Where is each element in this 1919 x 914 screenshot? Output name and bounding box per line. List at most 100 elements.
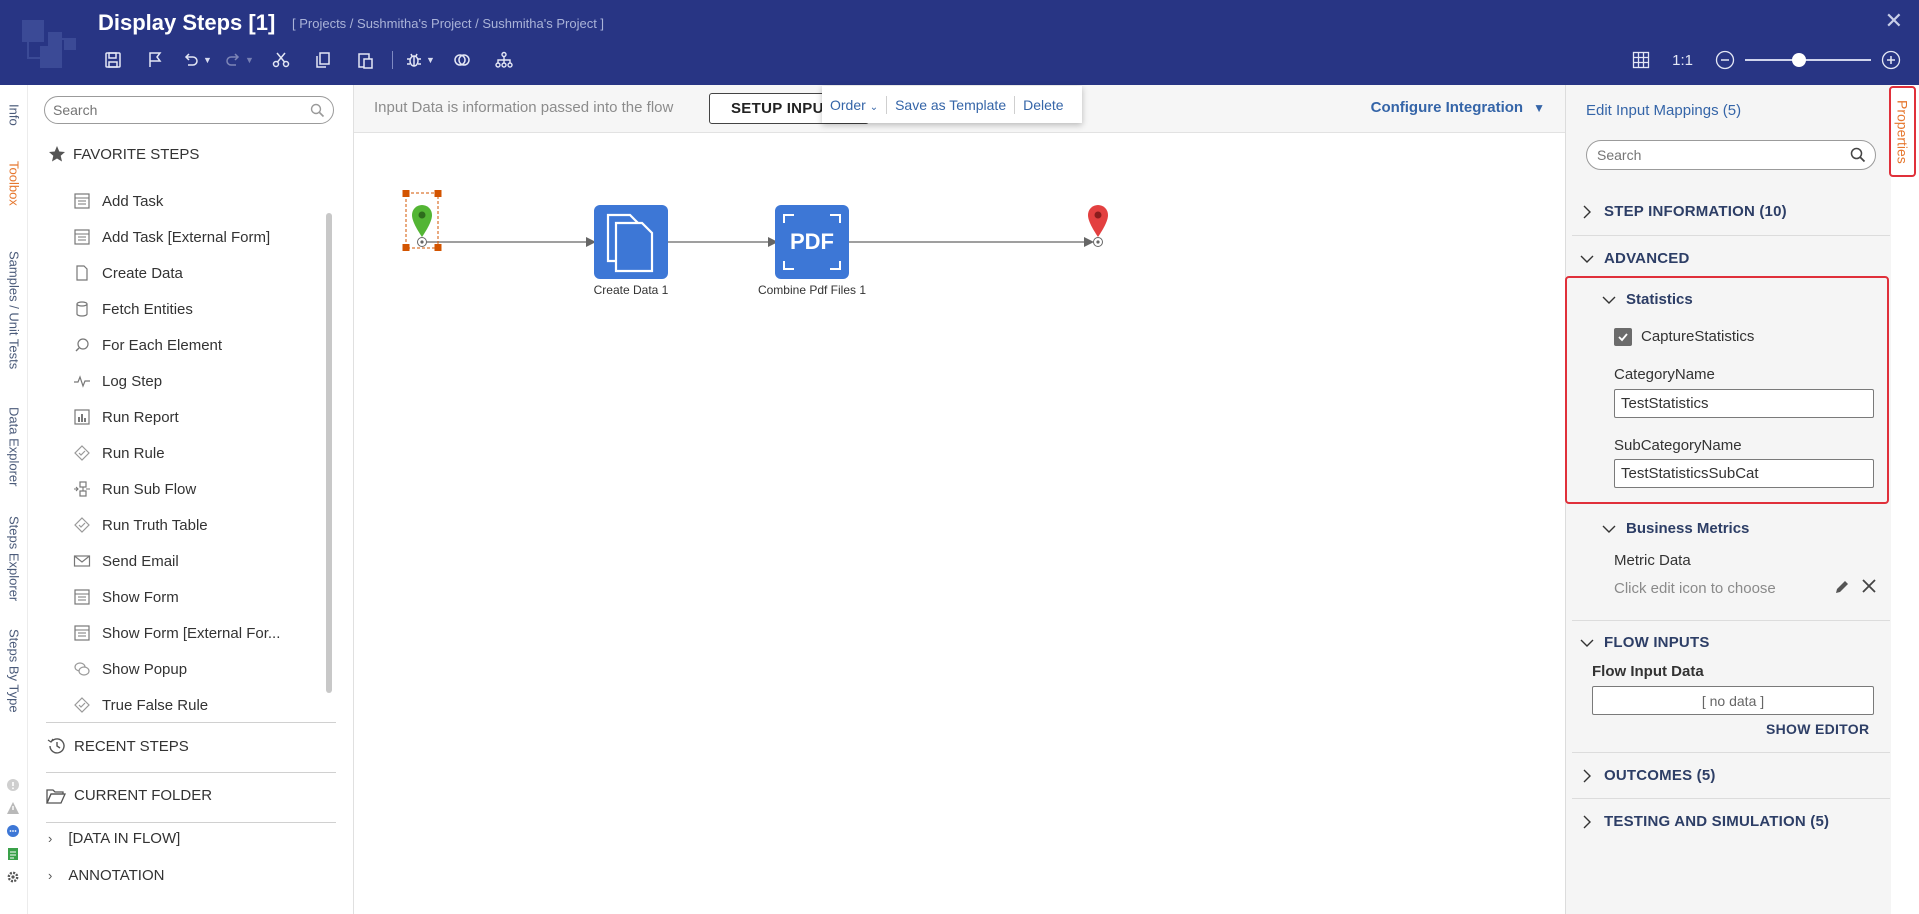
- toolbox-step-item[interactable]: Add Task: [72, 183, 342, 219]
- document-green-icon[interactable]: [5, 846, 21, 862]
- tab-info[interactable]: Info: [0, 95, 28, 135]
- tab-steps-by-type[interactable]: Steps By Type: [0, 621, 28, 721]
- statistics-subsection[interactable]: Statistics: [1602, 291, 1693, 308]
- order-menu-item[interactable]: Order ⌄: [822, 97, 886, 113]
- zoom-in-button[interactable]: [1881, 46, 1901, 74]
- toolbox-step-item[interactable]: Run Truth Table: [72, 507, 342, 543]
- pulse-icon: [72, 372, 92, 390]
- recent-steps-header[interactable]: RECENT STEPS: [46, 737, 336, 755]
- tab-steps-explorer[interactable]: Steps Explorer: [0, 509, 28, 609]
- flag-button[interactable]: [134, 46, 176, 74]
- end-step-node[interactable]: [1088, 205, 1108, 247]
- search-icon[interactable]: [310, 103, 325, 118]
- redo-button[interactable]: ▼: [218, 46, 260, 74]
- copy-button[interactable]: [302, 46, 344, 74]
- business-metrics-subsection[interactable]: Business Metrics: [1602, 520, 1749, 537]
- save-button[interactable]: [92, 46, 134, 74]
- category-name-input[interactable]: [1614, 389, 1874, 418]
- chevron-right-icon: [1580, 815, 1594, 829]
- tab-samples-unit-tests[interactable]: Samples / Unit Tests: [0, 235, 28, 385]
- toolbox-step-item[interactable]: Show Popup: [72, 651, 342, 687]
- create-data-step-node[interactable]: [594, 205, 668, 279]
- connector-combine-to-end[interactable]: [849, 237, 1094, 247]
- debug-button[interactable]: ▼: [399, 46, 441, 74]
- toolbox-step-item[interactable]: Run Rule: [72, 435, 342, 471]
- input-data-note: Input Data is information passed into th…: [374, 99, 674, 116]
- tab-data-explorer[interactable]: Data Explorer: [0, 397, 28, 497]
- outcomes-section[interactable]: OUTCOMES (5): [1580, 767, 1716, 784]
- close-icon[interactable]: [1860, 577, 1878, 595]
- toolbox-step-item[interactable]: Run Report: [72, 399, 342, 435]
- properties-search[interactable]: [1586, 140, 1876, 170]
- capture-statistics-checkbox[interactable]: [1614, 328, 1632, 346]
- connector-start-to-create[interactable]: [422, 237, 596, 247]
- toolbox-step-item[interactable]: Show Form [External For...: [72, 615, 342, 651]
- favorite-steps-header[interactable]: FAVORITE STEPS: [48, 145, 199, 163]
- properties-search-input[interactable]: [1597, 141, 1847, 169]
- flow-title: Display Steps [1]: [98, 10, 276, 35]
- toolbox-step-item[interactable]: True False Rule: [72, 687, 342, 723]
- toolbox-step-item[interactable]: Fetch Entities: [72, 291, 342, 327]
- zoom-slider-thumb[interactable]: [1792, 53, 1806, 67]
- grid-toggle[interactable]: [1632, 46, 1650, 74]
- toolbox-search-input[interactable]: [53, 97, 303, 123]
- configure-integration-dropdown[interactable]: Configure Integration ▼: [1371, 99, 1545, 116]
- delete-menu-item[interactable]: Delete: [1015, 97, 1071, 113]
- toolbox-step-item[interactable]: Add Task [External Form]: [72, 219, 342, 255]
- edit-input-mappings-link[interactable]: Edit Input Mappings (5): [1586, 102, 1741, 119]
- flow-inputs-section[interactable]: FLOW INPUTS: [1580, 634, 1710, 651]
- current-folder-header[interactable]: CURRENT FOLDER: [46, 787, 336, 804]
- settings-icon[interactable]: [5, 869, 21, 885]
- subflow-icon: [72, 480, 92, 498]
- zoom-out-button[interactable]: [1715, 46, 1735, 74]
- divider: [1572, 235, 1890, 236]
- toolbox-step-item[interactable]: Run Sub Flow: [72, 471, 342, 507]
- close-button[interactable]: ✕: [1885, 8, 1903, 34]
- popup-icon: [72, 660, 92, 678]
- cut-button[interactable]: [260, 46, 302, 74]
- section-title: TESTING AND SIMULATION (5): [1604, 813, 1830, 830]
- view-tools: 1:1: [1632, 46, 1901, 74]
- undo-button[interactable]: ▼: [176, 46, 218, 74]
- toolbox-step-item[interactable]: Create Data: [72, 255, 342, 291]
- designer-toolbar: ▼ ▼ ▼: [92, 46, 525, 74]
- section-title: STEP INFORMATION (10): [1604, 203, 1787, 220]
- tab-toolbox[interactable]: Toolbox: [0, 153, 28, 213]
- toolbox-step-label: Create Data: [102, 264, 183, 282]
- testing-simulation-section[interactable]: TESTING AND SIMULATION (5): [1580, 813, 1829, 830]
- toolbox-step-item[interactable]: Log Step: [72, 363, 342, 399]
- breadcrumb[interactable]: [ Projects / Sushmitha's Project / Sushm…: [292, 16, 604, 31]
- pencil-icon[interactable]: [1833, 578, 1851, 596]
- chevron-right-icon: [1580, 769, 1594, 783]
- info-circle-icon[interactable]: [5, 777, 21, 793]
- step-information-section[interactable]: STEP INFORMATION (10): [1580, 203, 1787, 220]
- tab-properties[interactable]: Properties: [1889, 86, 1916, 177]
- data-in-flow-item[interactable]: › [DATA IN FLOW]: [48, 830, 180, 847]
- search-icon[interactable]: [1850, 147, 1866, 163]
- annotation-item[interactable]: › ANNOTATION: [48, 867, 164, 884]
- connector-create-to-combine[interactable]: [667, 237, 778, 247]
- show-editor-button[interactable]: SHOW EDITOR: [1766, 721, 1869, 737]
- warning-icon[interactable]: [5, 800, 21, 816]
- flow-canvas[interactable]: PDF Create Data 1 Combine Pdf Files 1: [354, 133, 1565, 914]
- toolbox-search[interactable]: [44, 96, 334, 124]
- integration-button[interactable]: [441, 46, 483, 74]
- actual-size-button[interactable]: 1:1: [1672, 46, 1693, 74]
- toolbox-scrollbar[interactable]: [326, 213, 332, 693]
- toolbox-step-label: Run Truth Table: [102, 516, 208, 534]
- scissors-icon: [272, 52, 290, 68]
- database-icon: [72, 300, 92, 318]
- toolbox-step-item[interactable]: Show Form: [72, 579, 342, 615]
- toolbox-panel: FAVORITE STEPS Add Task Add Task [Externa…: [28, 85, 354, 914]
- save-as-template-menu-item[interactable]: Save as Template: [887, 97, 1014, 113]
- advanced-section[interactable]: ADVANCED: [1580, 250, 1690, 267]
- toolbox-step-item[interactable]: Send Email: [72, 543, 342, 579]
- flow-input-data-box[interactable]: [ no data ]: [1592, 686, 1874, 715]
- zoom-slider[interactable]: [1745, 53, 1871, 67]
- combine-pdf-step-node[interactable]: PDF: [775, 205, 849, 279]
- hierarchy-button[interactable]: [483, 46, 525, 74]
- subcategory-name-input[interactable]: [1614, 459, 1874, 488]
- chat-icon[interactable]: [5, 823, 21, 839]
- toolbox-step-item[interactable]: For Each Element: [72, 327, 342, 363]
- paste-button[interactable]: [344, 46, 386, 74]
